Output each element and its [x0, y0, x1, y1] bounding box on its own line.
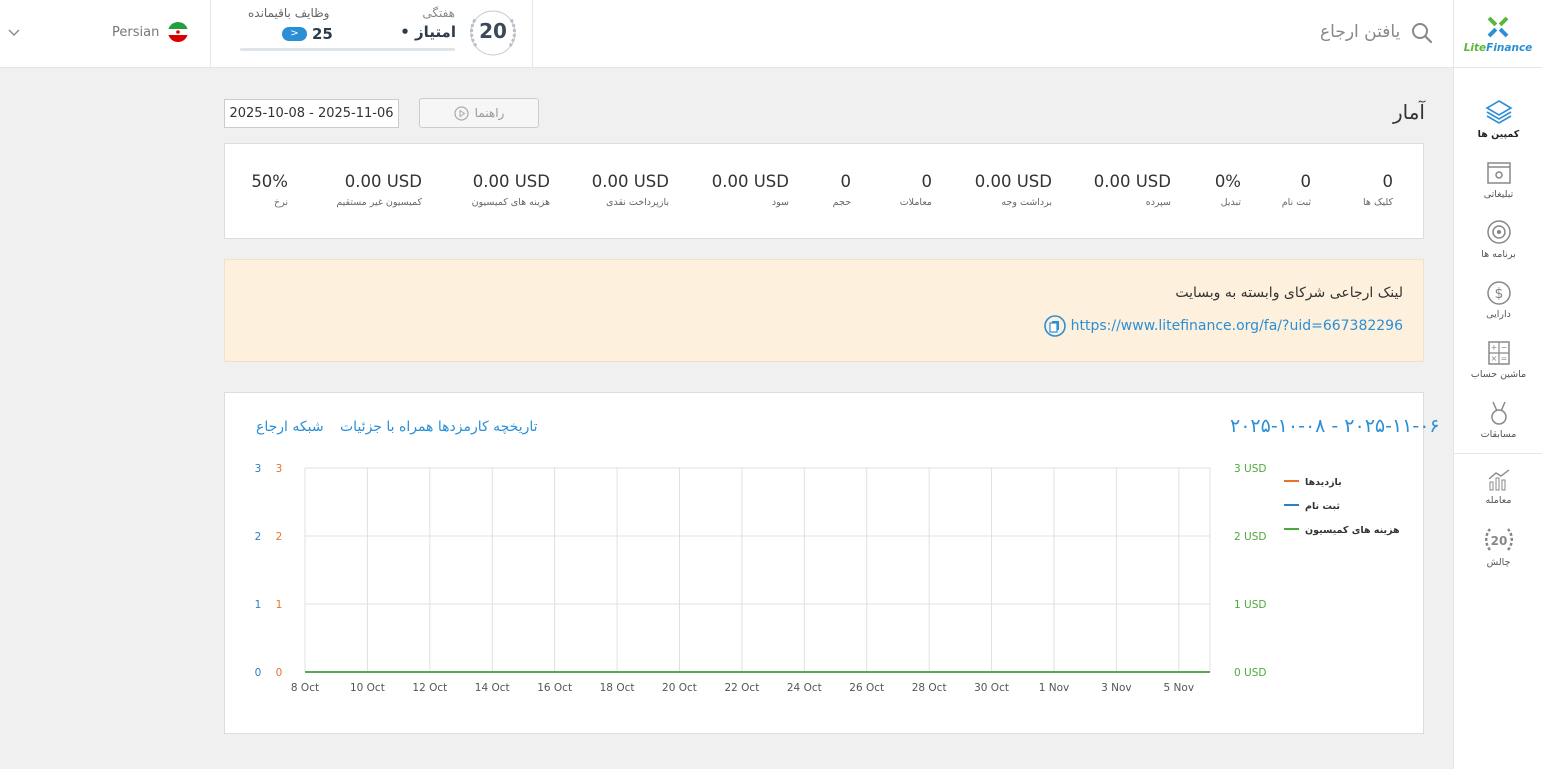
chart-x-tick-label: 12 Oct [412, 682, 447, 694]
chart-x-tick-label: 1 Nov [1039, 682, 1070, 694]
chart-x-tick-label: 28 Oct [912, 682, 947, 694]
chart-x-tick-label: 26 Oct [849, 682, 884, 694]
chart-y-tick-label-left-orange: 3 [276, 463, 283, 475]
chart-y-tick-label-left-orange: 1 [276, 599, 283, 611]
chart-x-tick-label: 16 Oct [537, 682, 572, 694]
chart-x-tick-label: 3 Nov [1101, 682, 1132, 694]
chart-x-tick-label: 20 Oct [662, 682, 697, 694]
chart-x-tick-label: 5 Nov [1164, 682, 1195, 694]
chart-y-tick-label-right: 2 USD [1234, 531, 1266, 543]
chart-x-tick-label: 24 Oct [787, 682, 822, 694]
chart-y-tick-label-right: 0 USD [1234, 667, 1266, 679]
chart-y-tick-label-right: 1 USD [1234, 599, 1266, 611]
chart-legend-label: بازدیدها [1305, 477, 1342, 488]
chart-x-tick-label: 22 Oct [724, 682, 759, 694]
chart-x-tick-label: 18 Oct [600, 682, 635, 694]
chart-y-tick-label-right: 3 USD [1234, 463, 1266, 475]
chart-y-tick-label-left-orange: 0 [276, 667, 283, 679]
chart-x-tick-label: 10 Oct [350, 682, 385, 694]
chart-y-tick-label-left-blue: 3 [255, 463, 262, 475]
chart-y-tick-label-left-orange: 2 [276, 531, 283, 543]
chart-x-tick-label: 30 Oct [974, 682, 1009, 694]
chart-x-tick-label: 8 Oct [291, 682, 319, 694]
chart-legend-label: ثبت نام [1305, 501, 1340, 512]
chart-y-tick-label-left-blue: 0 [255, 667, 262, 679]
chart-x-tick-label: 14 Oct [475, 682, 510, 694]
chart-legend-label: هزینه های کمیسیون [1305, 525, 1400, 536]
chart-y-tick-label-left-blue: 1 [255, 599, 262, 611]
referral-stats-chart: 8 Oct 10 Oct 12 Oct 14 Oct 16 Oct 18 Oct 20 Oc… [255, 463, 1400, 694]
chart-y-tick-label-left-blue: 2 [255, 531, 262, 543]
